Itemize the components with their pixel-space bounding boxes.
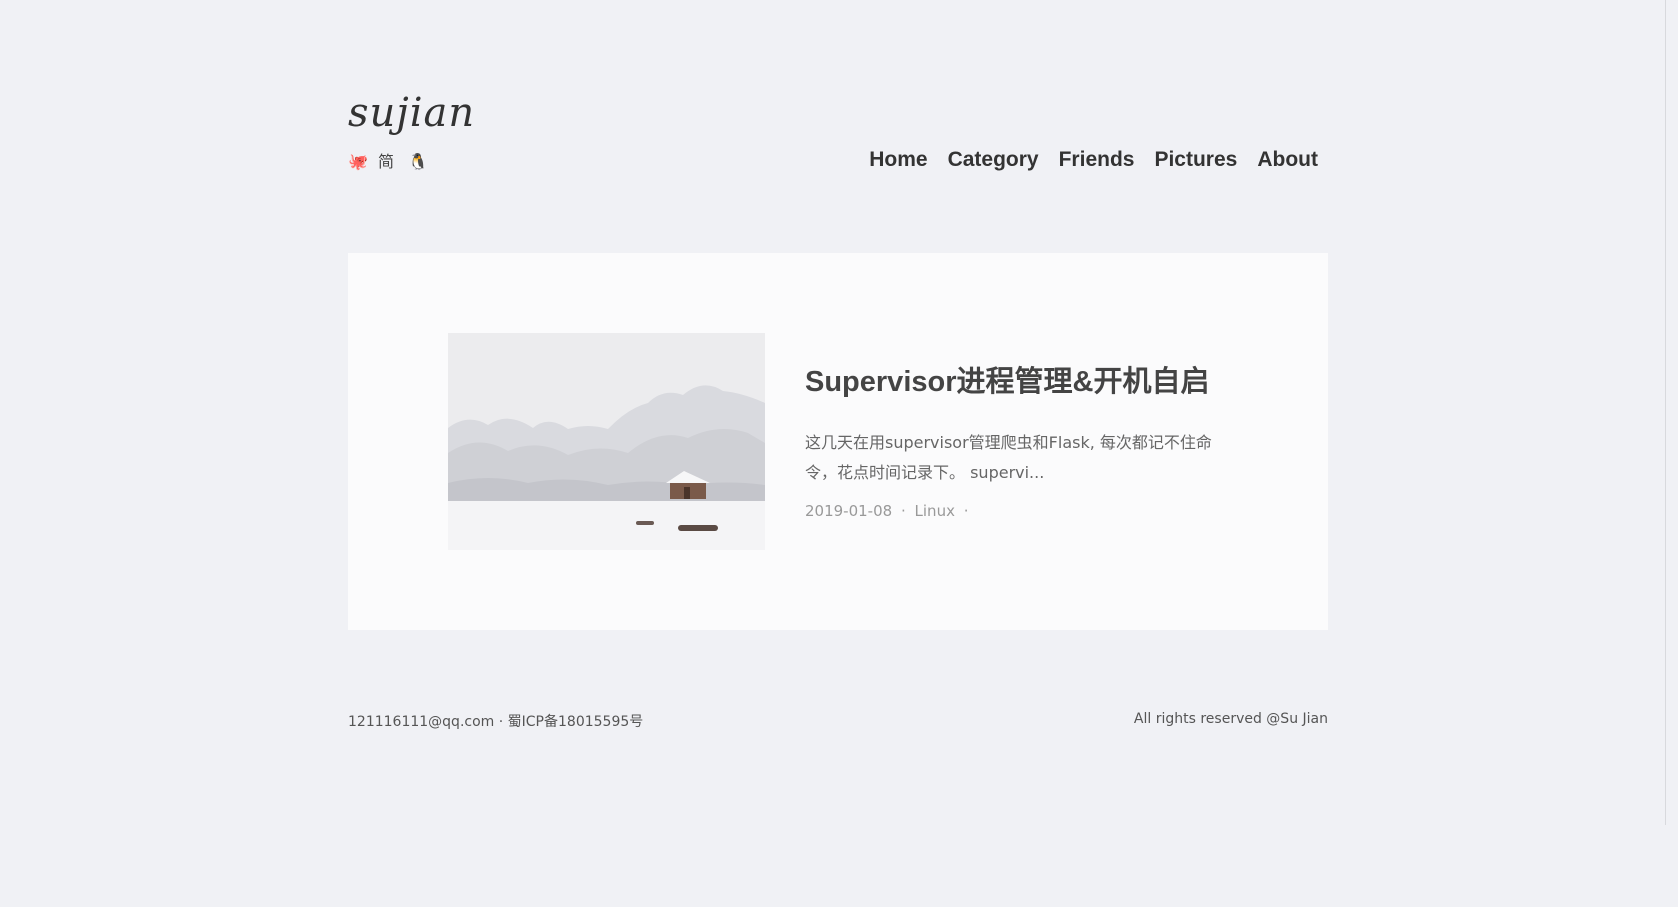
post-summary: Supervisor进程管理&开机自启 这几天在用supervisor管理爬虫和… [805,358,1225,520]
nav-category[interactable]: Category [948,148,1039,172]
page: sujian 🐙 简 🐧 Home Category Friends Pictu… [0,0,1678,907]
post-excerpt: 这几天在用supervisor管理爬虫和Flask, 每次都记不住命令，花点时间… [805,433,1212,482]
scrollbar[interactable] [1665,0,1678,825]
meta-separator: · [900,502,906,520]
footer-icp[interactable]: 蜀ICP备18015595号 [508,714,644,730]
jianshu-icon[interactable]: 简 [378,152,394,172]
post-meta: 2019-01-08 · Linux · [805,502,1225,520]
snow-cabin-image [448,333,765,550]
meta-separator: · [963,502,969,520]
nav-about[interactable]: About [1257,148,1318,172]
post-thumbnail[interactable] [448,333,765,550]
nav-pictures[interactable]: Pictures [1154,148,1237,172]
main-nav: Home Category Friends Pictures About [869,148,1318,172]
nav-home[interactable]: Home [869,148,927,172]
post-card: Supervisor进程管理&开机自启 这几天在用supervisor管理爬虫和… [348,253,1328,630]
nav-friends[interactable]: Friends [1059,148,1135,172]
site-logo[interactable]: sujian [348,90,475,136]
github-icon[interactable]: 🐙 [348,152,368,172]
footer-left: 121116111@qq.com · 蜀ICP备18015595号 [348,711,643,731]
footer-copyright: All rights reserved @Su Jian [1133,711,1328,727]
post-category[interactable]: Linux [915,502,955,520]
footer-separator: · [498,714,504,730]
qq-icon[interactable]: 🐧 [408,152,428,172]
social-links: 🐙 简 🐧 [348,152,428,172]
footer-email[interactable]: 121116111@qq.com [348,714,494,730]
post-date: 2019-01-08 [805,502,893,520]
post-title[interactable]: Supervisor进程管理&开机自启 [805,358,1225,400]
